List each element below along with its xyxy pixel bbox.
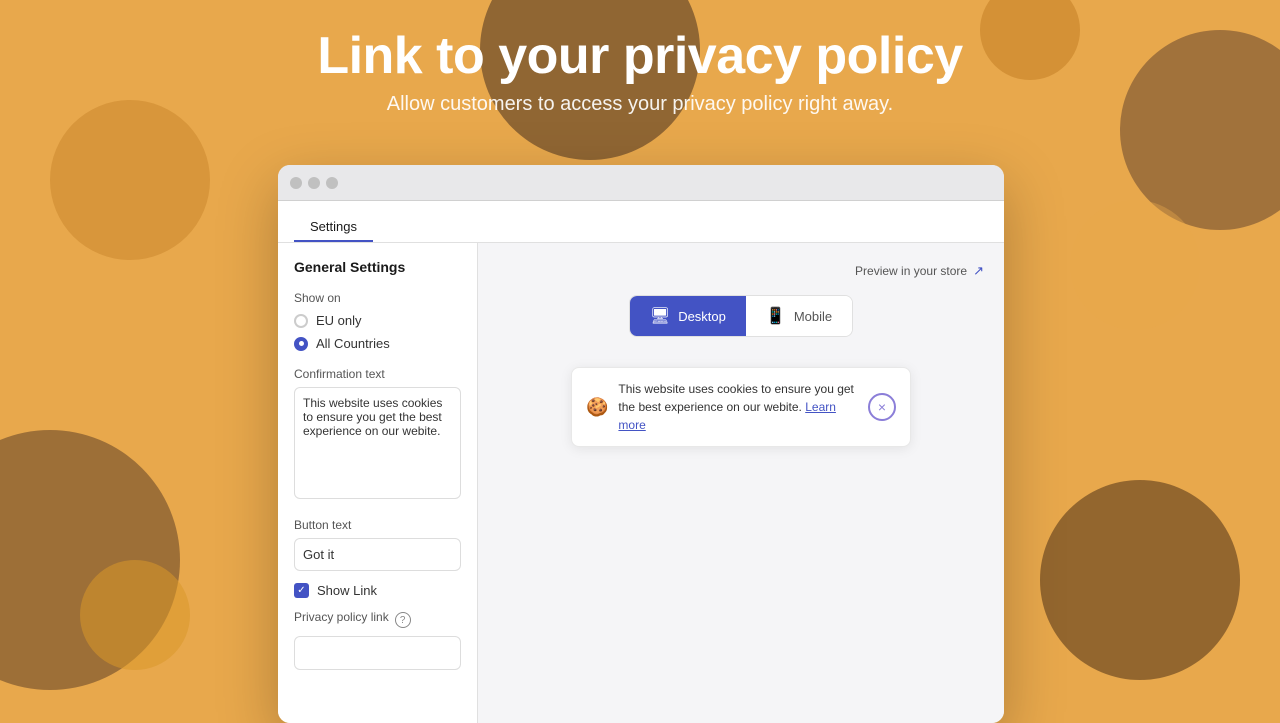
app-window: Settings General Settings Show on EU onl…: [278, 165, 1004, 723]
maximize-button[interactable]: [326, 177, 338, 189]
radio-eu-only-btn[interactable]: [294, 314, 308, 328]
privacy-policy-link-row: Privacy policy link ?: [294, 610, 461, 630]
show-on-label: Show on: [294, 291, 461, 305]
header-section: Link to your privacy policy Allow custom…: [0, 0, 1280, 116]
privacy-policy-link-label: Privacy policy link: [294, 610, 389, 624]
show-on-radio-group: EU only All Countries: [294, 313, 461, 351]
main-title: Link to your privacy policy: [0, 28, 1280, 85]
desktop-toggle-button[interactable]: 🖥 Desktop: [630, 296, 746, 336]
settings-panel: General Settings Show on EU only All Cou…: [278, 243, 478, 723]
close-icon: ×: [878, 399, 886, 415]
help-icon[interactable]: ?: [395, 612, 411, 628]
view-toggle: 🖥 Desktop 📱 Mobile: [629, 295, 853, 337]
radio-all-countries[interactable]: All Countries: [294, 336, 461, 351]
tab-bar: Settings: [278, 201, 1004, 243]
deco-circle-4: [0, 430, 180, 690]
mobile-toggle-button[interactable]: 📱 Mobile: [746, 296, 852, 336]
preview-label: Preview in your store: [855, 264, 967, 278]
radio-eu-only-label: EU only: [316, 313, 362, 328]
minimize-button[interactable]: [308, 177, 320, 189]
deco-circle-7: [1070, 200, 1200, 330]
deco-circle-5: [80, 560, 190, 670]
learn-more-link[interactable]: Learn more: [618, 400, 836, 432]
radio-all-countries-btn[interactable]: [294, 337, 308, 351]
confirmation-text-label: Confirmation text: [294, 367, 461, 381]
desktop-label: Desktop: [678, 309, 726, 324]
window-body: General Settings Show on EU only All Cou…: [278, 243, 1004, 723]
show-link-label: Show Link: [317, 583, 377, 598]
cookie-icon: 🍪: [586, 397, 608, 418]
privacy-policy-link-input[interactable]: [294, 636, 461, 670]
close-button[interactable]: [290, 177, 302, 189]
cookie-banner-preview: 🍪 This website uses cookies to ensure yo…: [571, 367, 911, 447]
title-bar: [278, 165, 1004, 201]
deco-circle-3: [50, 100, 210, 260]
confirmation-text-input[interactable]: This website uses cookies to ensure you …: [294, 387, 461, 499]
sub-title: Allow customers to access your privacy p…: [0, 93, 1280, 116]
show-link-checkbox[interactable]: ✓: [294, 583, 309, 598]
preview-area: Preview in your store ↗ 🖥 Desktop 📱 Mobi…: [478, 243, 1004, 723]
show-link-row: ✓ Show Link: [294, 583, 461, 598]
button-text-label: Button text: [294, 518, 461, 532]
deco-circle-6: [1040, 480, 1240, 680]
cookie-close-button[interactable]: ×: [868, 393, 896, 421]
mobile-label: Mobile: [794, 309, 832, 324]
cookie-text: This website uses cookies to ensure you …: [618, 380, 858, 434]
check-icon: ✓: [297, 586, 305, 596]
external-link-icon[interactable]: ↗: [973, 263, 984, 279]
tab-settings[interactable]: Settings: [294, 209, 373, 242]
desktop-icon: 🖥: [650, 306, 670, 326]
radio-eu-only[interactable]: EU only: [294, 313, 461, 328]
traffic-lights: [290, 177, 338, 189]
preview-header: Preview in your store ↗: [855, 263, 984, 279]
mobile-icon: 📱: [766, 306, 786, 326]
settings-title: General Settings: [294, 259, 461, 275]
button-text-input[interactable]: [294, 538, 461, 571]
radio-all-countries-label: All Countries: [316, 336, 390, 351]
